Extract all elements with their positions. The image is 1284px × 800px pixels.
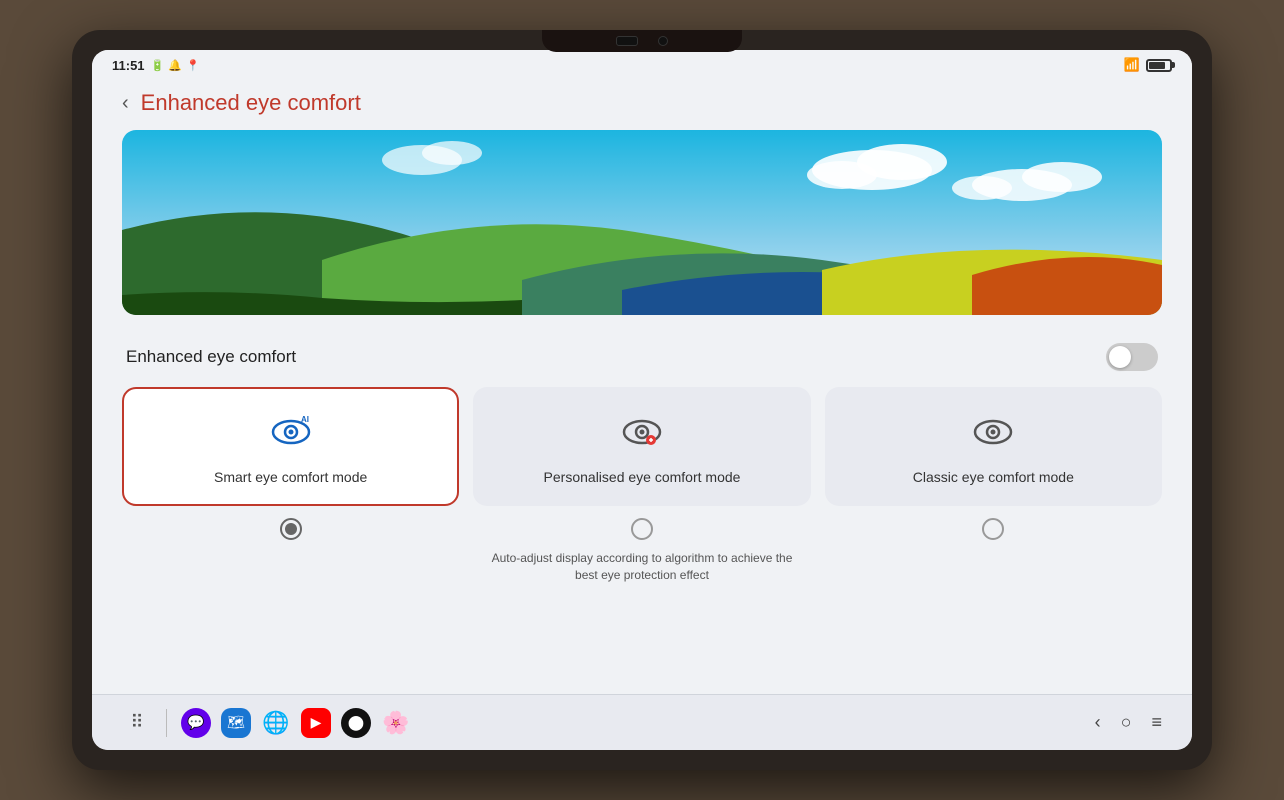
personalised-mode-label: Personalised eye comfort mode xyxy=(544,468,741,486)
personalised-radio-cell xyxy=(473,518,810,540)
hero-image xyxy=(122,130,1162,315)
hero-svg xyxy=(122,130,1162,315)
classic-radio-btn[interactable] xyxy=(982,518,1004,540)
classic-mode-card[interactable]: Classic eye comfort mode xyxy=(825,387,1162,506)
status-right: 📶 xyxy=(1124,57,1172,73)
battery-fill xyxy=(1149,62,1165,69)
personalised-mode-card[interactable]: Personalised eye comfort mode xyxy=(473,387,810,506)
mode-cards: AI Smart eye comfort mode xyxy=(122,387,1162,506)
smart-radio-inner xyxy=(285,523,297,535)
battery-status-icon: 🔋 xyxy=(151,59,165,72)
status-icons: 🔋 🔔 📍 xyxy=(151,59,200,72)
svg-text:AI: AI xyxy=(301,415,309,424)
personalised-radio-btn[interactable] xyxy=(631,518,653,540)
status-left: 11:51 🔋 🔔 📍 xyxy=(112,58,200,73)
front-sensor xyxy=(616,36,638,46)
personalised-eye-icon xyxy=(622,413,662,458)
toggle-knob xyxy=(1109,346,1131,368)
page-title: Enhanced eye comfort xyxy=(141,90,361,116)
smart-eye-icon: AI xyxy=(271,413,311,458)
nav-divider xyxy=(166,709,167,737)
smart-radio-btn[interactable] xyxy=(280,518,302,540)
main-content: ‹ Enhanced eye comfort xyxy=(92,80,1192,694)
back-nav-icon[interactable]: ‹ xyxy=(1095,712,1101,733)
enhanced-comfort-toggle[interactable] xyxy=(1106,343,1158,371)
tablet-screen: 11:51 🔋 🔔 📍 📶 ‹ Enhanced eye comfort xyxy=(92,50,1192,750)
nav-right: ‹ ○ ≡ xyxy=(1095,712,1162,733)
recents-nav-icon[interactable]: ≡ xyxy=(1151,712,1162,733)
photos-app-icon[interactable]: 🌸 xyxy=(381,708,411,738)
nav-left: ⠿ 💬 🗺 🌐 ▶ ⬤ 🌸 xyxy=(122,708,411,738)
smart-mode-card[interactable]: AI Smart eye comfort mode xyxy=(122,387,459,506)
tiktok-app-icon[interactable]: ⬤ xyxy=(341,708,371,738)
classic-eye-icon xyxy=(973,413,1013,458)
smart-description xyxy=(122,550,459,584)
bottom-nav: ⠿ 💬 🗺 🌐 ▶ ⬤ 🌸 xyxy=(92,694,1192,750)
youtube-app-icon[interactable]: ▶ xyxy=(301,708,331,738)
back-button[interactable]: ‹ xyxy=(122,92,129,115)
wifi-icon: 📶 xyxy=(1124,57,1140,73)
smart-radio-cell xyxy=(122,518,459,540)
description-row: Auto-adjust display according to algorit… xyxy=(122,550,1162,584)
smart-mode-label: Smart eye comfort mode xyxy=(214,468,367,486)
radio-row xyxy=(122,518,1162,540)
classic-description xyxy=(825,550,1162,584)
app-icons: ⠿ 💬 🗺 🌐 ▶ ⬤ 🌸 xyxy=(122,708,411,738)
battery-indicator xyxy=(1146,59,1172,72)
app-drawer-icon[interactable]: ⠿ xyxy=(122,708,152,738)
maps-app-icon[interactable]: 🗺 xyxy=(221,708,251,738)
alarm-icon: 🔔 xyxy=(168,59,182,72)
status-bar: 11:51 🔋 🔔 📍 📶 xyxy=(92,50,1192,80)
time-display: 11:51 xyxy=(112,58,145,73)
chrome-app-icon[interactable]: 🌐 xyxy=(261,708,291,738)
page-header: ‹ Enhanced eye comfort xyxy=(122,80,1162,130)
home-nav-icon[interactable]: ○ xyxy=(1121,712,1132,733)
tablet-frame: 11:51 🔋 🔔 📍 📶 ‹ Enhanced eye comfort xyxy=(72,30,1212,770)
classic-mode-label: Classic eye comfort mode xyxy=(913,468,1074,486)
personalised-description: Auto-adjust display according to algorit… xyxy=(473,550,810,584)
front-camera xyxy=(658,36,668,46)
location-icon: 📍 xyxy=(186,59,200,72)
classic-radio-cell xyxy=(825,518,1162,540)
toggle-row: Enhanced eye comfort xyxy=(122,335,1162,387)
chat-app-icon[interactable]: 💬 xyxy=(181,708,211,738)
tablet-top-bar xyxy=(542,30,742,52)
toggle-label: Enhanced eye comfort xyxy=(126,347,296,367)
